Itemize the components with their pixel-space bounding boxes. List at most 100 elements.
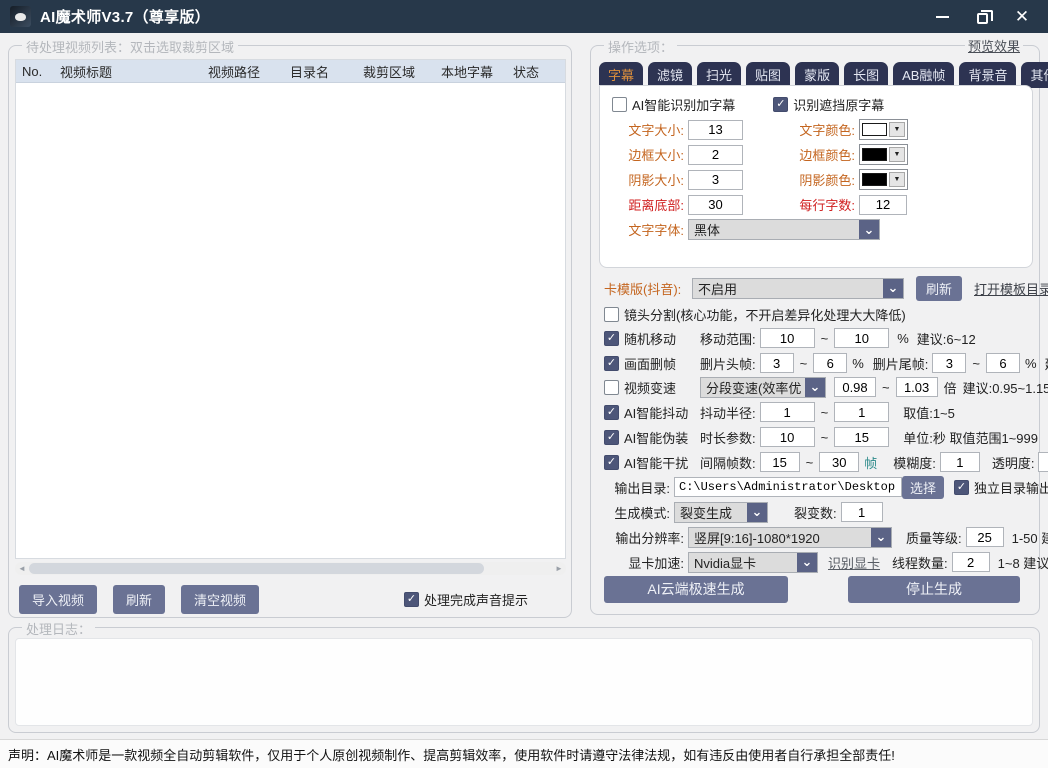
bottom-distance-row: 距离底部: 每行字数: <box>600 192 1032 217</box>
shake-radius-max-input[interactable] <box>834 402 890 422</box>
ai-disguise-label: AI智能伪装 <box>624 430 689 446</box>
tail-frame-min-input[interactable] <box>932 353 967 373</box>
scrollbar-thumb[interactable] <box>29 563 484 574</box>
minimize-button[interactable] <box>934 9 950 25</box>
ai-shake-checkbox[interactable]: ✓ <box>604 404 619 420</box>
speed-max-input[interactable] <box>895 377 938 397</box>
chevron-down-icon[interactable]: ⌄ <box>747 502 767 522</box>
output-dir-label: 输出目录: <box>614 480 670 496</box>
tilde-separator: ~ <box>820 429 829 445</box>
chevron-down-icon[interactable]: ⌄ <box>871 527 891 547</box>
move-range-max-input[interactable] <box>834 328 890 348</box>
interval-max-input[interactable] <box>819 452 860 472</box>
random-move-label: 随机移动 <box>624 331 677 347</box>
move-range-label: 移动范围: <box>700 331 756 347</box>
template-value: 不启用 <box>698 281 738 297</box>
output-dir-input[interactable] <box>674 477 902 497</box>
template-dropdown[interactable]: 不启用 ⌄ <box>692 277 904 299</box>
bottom-distance-input[interactable] <box>688 194 743 215</box>
random-move-checkbox[interactable]: ✓ <box>604 330 619 346</box>
col-video-title: 视频标题 <box>60 64 113 80</box>
lens-split-row: 镜头分割(核心功能，不开启差异化处理大大降低) <box>604 303 906 325</box>
chevron-down-icon[interactable]: ⌄ <box>883 278 903 298</box>
choose-dir-button[interactable]: 选择 <box>902 475 945 499</box>
log-title: 处理日志： <box>22 619 96 638</box>
ai-disguise-checkbox[interactable]: ✓ <box>604 429 619 445</box>
ai-interfere-label: AI智能干扰 <box>624 455 689 471</box>
ai-interfere-checkbox[interactable]: ✓ <box>604 454 619 470</box>
blur-input[interactable] <box>939 452 980 472</box>
gpu-dropdown[interactable]: Nvidia显卡 ⌄ <box>688 551 818 573</box>
maximize-button[interactable] <box>974 9 993 25</box>
quality-label: 质量等级: <box>906 530 962 546</box>
caret-down-icon[interactable]: ▼ <box>889 122 905 137</box>
shake-radius-min-input[interactable] <box>759 402 815 422</box>
lens-split-checkbox[interactable] <box>604 306 619 322</box>
template-refresh-button[interactable]: 刷新 <box>916 275 963 301</box>
quality-input[interactable] <box>965 527 1004 547</box>
open-template-dir-link[interactable]: 打开模板目录 <box>974 279 1048 298</box>
fission-count-input[interactable] <box>840 502 883 522</box>
chars-per-line-input[interactable] <box>859 194 907 215</box>
preview-effect-link[interactable]: 预览效果 <box>964 36 1023 55</box>
video-list-panel: 待处理视频列表：双击选取裁剪区域 No. 视频标题 视频路径 目录名 裁剪区域 … <box>8 37 572 618</box>
frame-delete-checkbox[interactable]: ✓ <box>604 355 619 371</box>
move-range-min-input[interactable] <box>759 328 815 348</box>
caret-down-icon[interactable]: ▼ <box>889 172 905 187</box>
text-color-dropdown[interactable]: ▼ <box>859 119 908 140</box>
thread-count-input[interactable] <box>951 552 990 572</box>
video-speed-checkbox[interactable] <box>604 379 619 395</box>
move-range-unit: % <box>897 330 909 346</box>
chevron-down-icon[interactable]: ⌄ <box>859 220 879 239</box>
chevron-down-icon[interactable]: ⌄ <box>797 552 817 572</box>
sound-alert-option[interactable]: ✓ 处理完成声音提示 <box>403 590 528 609</box>
tail-frame-max-input[interactable] <box>986 353 1020 373</box>
maximize-icon <box>976 9 993 24</box>
interval-min-input[interactable] <box>759 452 800 472</box>
shadow-color-dropdown[interactable]: ▼ <box>859 169 908 190</box>
shadow-size-input[interactable] <box>688 169 743 190</box>
duration-max-input[interactable] <box>834 427 890 447</box>
clear-videos-button[interactable]: 清空视频 <box>181 585 260 614</box>
head-frame-max-input[interactable] <box>813 353 848 373</box>
generate-mode-dropdown[interactable]: 裂变生成 ⌄ <box>674 501 768 523</box>
detect-gpu-link[interactable]: 识别显卡 <box>828 553 880 572</box>
import-video-button[interactable]: 导入视频 <box>19 585 98 614</box>
independent-dir-checkbox[interactable]: ✓ <box>954 479 970 495</box>
shake-hint: 取值:1~5 <box>903 405 955 421</box>
resolution-dropdown[interactable]: 竖屏[9:16]-1080*1920 ⌄ <box>688 526 892 548</box>
border-color-dropdown[interactable]: ▼ <box>859 144 908 165</box>
ai-add-subtitle-checkbox[interactable] <box>612 97 627 112</box>
horizontal-scrollbar[interactable]: ◄ ► <box>15 562 566 575</box>
border-size-input[interactable] <box>688 144 743 165</box>
close-button[interactable]: ✕ <box>1014 8 1030 25</box>
caret-down-icon[interactable]: ▼ <box>889 147 905 162</box>
generate-mode-value: 裂变生成 <box>680 505 733 521</box>
video-table[interactable]: No. 视频标题 视频路径 目录名 裁剪区域 本地字幕 状态 <box>15 59 566 559</box>
head-frame-min-input[interactable] <box>759 353 794 373</box>
speed-mode-dropdown[interactable]: 分段变速(效率优 ⌄ <box>700 376 826 398</box>
chevron-down-icon[interactable]: ⌄ <box>805 377 825 397</box>
check-icon: ✓ <box>606 430 617 443</box>
text-size-input[interactable] <box>688 119 743 140</box>
cloud-generate-button[interactable]: AI云端极速生成 <box>604 575 788 603</box>
app-icon <box>10 6 31 27</box>
text-size-row: 文字大小: 文字颜色: ▼ <box>600 117 1032 142</box>
sound-alert-checkbox[interactable]: ✓ <box>403 592 419 607</box>
scroll-left-icon[interactable]: ◄ <box>15 564 29 573</box>
shadow-size-row: 阴影大小: 阴影颜色: ▼ <box>600 167 1032 192</box>
refresh-list-button[interactable]: 刷新 <box>113 585 166 614</box>
speed-min-input[interactable] <box>834 377 876 397</box>
opacity-input[interactable] <box>1038 452 1048 472</box>
tail-frame-unit: % <box>1025 355 1037 371</box>
frame-delete-row: ✓ 画面删帧 删片头帧: ~ % 删片尾帧: ~ % 建议:3~6 <box>604 352 1048 374</box>
log-area[interactable] <box>15 638 1033 726</box>
font-dropdown[interactable]: 黑体 ⌄ <box>688 219 880 240</box>
tilde-separator: ~ <box>820 330 829 346</box>
video-table-body[interactable] <box>16 83 565 558</box>
duration-min-input[interactable] <box>759 427 815 447</box>
scroll-right-icon[interactable]: ► <box>552 564 566 573</box>
mask-original-subtitle-checkbox[interactable]: ✓ <box>773 97 789 112</box>
col-local-subtitle: 本地字幕 <box>441 64 494 80</box>
stop-generate-button[interactable]: 停止生成 <box>848 575 1020 603</box>
